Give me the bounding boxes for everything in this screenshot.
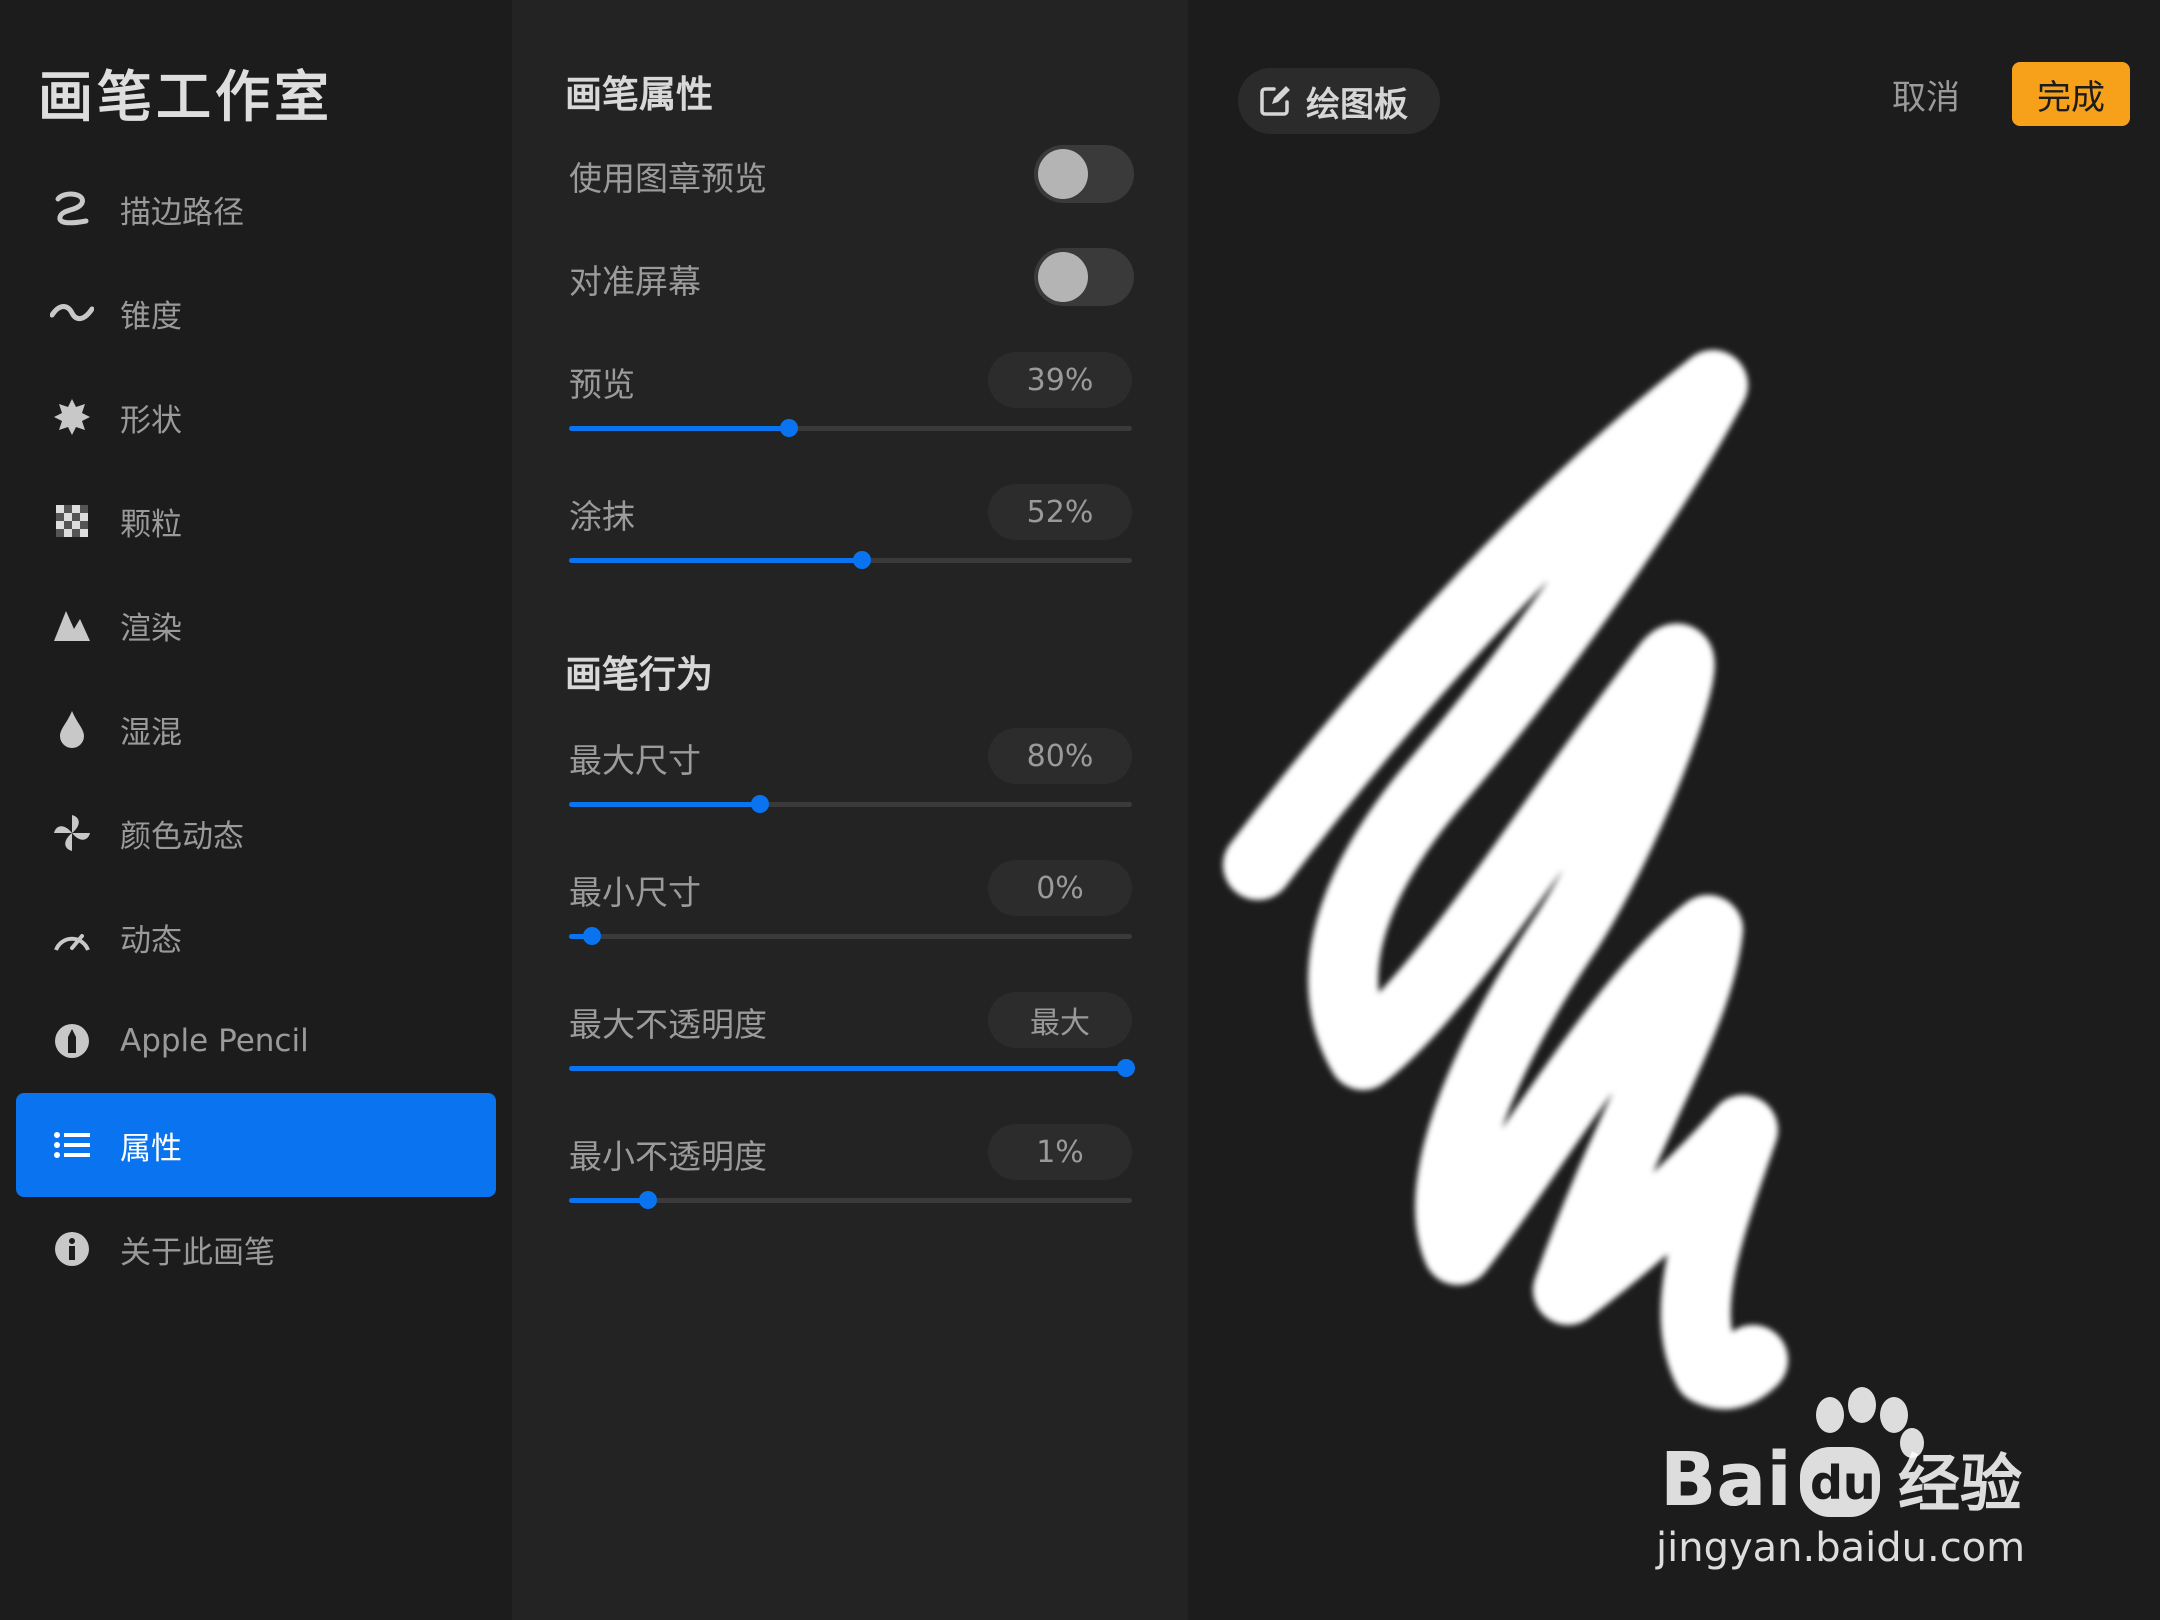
max-size-label: 最大尺寸 — [569, 741, 701, 780]
sidebar-item-rendering[interactable]: 渲染 — [16, 573, 496, 677]
toggle-knob — [1038, 149, 1088, 199]
min-opacity-value[interactable]: 1% — [988, 1124, 1132, 1180]
sidebar-item-label: 渲染 — [120, 610, 182, 647]
cancel-button[interactable]: 取消 — [1892, 70, 1960, 119]
orient-screen-toggle[interactable] — [1034, 248, 1134, 306]
slider-fill — [569, 1066, 1127, 1071]
drawing-pad-label: 绘图板 — [1306, 84, 1408, 125]
sidebar-item-color-dynamics[interactable]: 颜色动态 — [16, 781, 496, 885]
slider-thumb[interactable] — [638, 1191, 657, 1209]
properties-icon — [44, 1117, 100, 1173]
info-icon — [44, 1221, 100, 1277]
sidebar-item-stroke-path[interactable]: 描边路径 — [16, 157, 496, 261]
grain-icon — [44, 493, 100, 549]
stamp-preview-label: 使用图章预览 — [569, 159, 767, 198]
sidebar-item-wet-mix[interactable]: 湿混 — [16, 677, 496, 781]
svg-text:du: du — [1810, 1456, 1876, 1510]
section-title-brush-behavior: 画笔行为 — [565, 653, 713, 696]
smudge-value[interactable]: 52% — [988, 484, 1132, 540]
slider-fill — [569, 802, 761, 807]
sidebar-item-properties[interactable]: 属性 — [16, 1093, 496, 1197]
slider-fill — [569, 1198, 648, 1203]
toggle-knob — [1038, 252, 1088, 302]
wet-mix-icon — [44, 701, 100, 757]
sidebar-item-label: 动态 — [120, 922, 182, 959]
section-title-brush-properties: 画笔属性 — [565, 73, 713, 116]
smudge-slider[interactable] — [569, 548, 1132, 572]
watermark-url: jingyan.baidu.com — [1655, 1525, 2025, 1571]
sidebar-item-dynamics[interactable]: 动态 — [16, 885, 496, 989]
slider-thumb[interactable] — [582, 927, 601, 945]
slider-track — [569, 934, 1132, 939]
sidebar-item-taper[interactable]: 锥度 — [16, 261, 496, 365]
sidebar-item-grain[interactable]: 颗粒 — [16, 469, 496, 573]
min-size-value[interactable]: 0% — [988, 860, 1132, 916]
sidebar-item-shape[interactable]: 形状 — [16, 365, 496, 469]
taper-icon — [44, 285, 100, 341]
baidu-jingyan-watermark: Bai du 经验 jingyan.baidu.com — [1650, 1375, 2060, 1575]
preview-label: 预览 — [569, 365, 635, 404]
sidebar-item-label: 锥度 — [120, 298, 182, 335]
sidebar-item-label: 关于此画笔 — [120, 1234, 275, 1271]
brush-studio: 画笔工作室 描边路径 锥度 形状 颗粒 渲染 湿混 颜色动态 动态 Apple … — [0, 0, 2160, 1620]
dynamics-icon — [44, 909, 100, 965]
orient-screen-label: 对准屏幕 — [569, 262, 701, 301]
max-opacity-label: 最大不透明度 — [569, 1005, 767, 1044]
sidebar-item-label: 形状 — [120, 402, 182, 439]
slider-thumb[interactable] — [779, 419, 798, 437]
sidebar-item-label: 颜色动态 — [120, 818, 244, 855]
sidebar-item-label: 湿混 — [120, 714, 182, 751]
preview-value[interactable]: 39% — [988, 352, 1132, 408]
max-opacity-slider[interactable] — [569, 1056, 1136, 1080]
stroke-path-icon — [44, 181, 100, 237]
smudge-label: 涂抹 — [569, 497, 635, 536]
shape-icon — [44, 389, 100, 445]
slider-thumb[interactable] — [1117, 1059, 1136, 1077]
sidebar-item-about-brush[interactable]: 关于此画笔 — [16, 1197, 496, 1301]
min-opacity-label: 最小不透明度 — [569, 1137, 767, 1176]
slider-thumb[interactable] — [852, 551, 871, 569]
done-button[interactable]: 完成 — [2012, 62, 2130, 126]
sidebar-item-apple-pencil[interactable]: Apple Pencil — [16, 989, 496, 1093]
apple-pencil-icon — [44, 1013, 100, 1069]
sidebar-item-label: 颗粒 — [120, 506, 182, 543]
page-title: 画笔工作室 — [38, 65, 334, 129]
rendering-icon — [44, 597, 100, 653]
min-opacity-slider[interactable] — [569, 1188, 1132, 1212]
sidebar-item-label: 属性 — [120, 1130, 182, 1167]
svg-text:经验: 经验 — [1898, 1447, 2022, 1520]
stamp-preview-toggle[interactable] — [1034, 145, 1134, 203]
sidebar: 画笔工作室 描边路径 锥度 形状 颗粒 渲染 湿混 颜色动态 动态 Apple … — [0, 0, 512, 1620]
slider-fill — [569, 426, 789, 431]
slider-thumb[interactable] — [751, 795, 770, 813]
sidebar-item-label: 描边路径 — [120, 194, 244, 231]
sidebar-item-label: Apple Pencil — [120, 1023, 309, 1059]
properties-panel: 画笔属性 使用图章预览 对准屏幕 预览 39% 涂抹 52% 画笔行为 最大尺寸… — [512, 0, 1188, 1620]
drawing-pad-button[interactable]: 绘图板 — [1238, 68, 1440, 134]
slider-fill — [569, 558, 862, 563]
color-dynamics-icon — [44, 805, 100, 861]
max-size-slider[interactable] — [569, 792, 1132, 816]
preview-slider[interactable] — [569, 416, 1132, 440]
min-size-slider[interactable] — [569, 924, 1132, 948]
min-size-label: 最小尺寸 — [569, 873, 701, 912]
svg-text:Bai: Bai — [1660, 1437, 1792, 1523]
max-opacity-value[interactable]: 最大 — [988, 992, 1132, 1048]
max-size-value[interactable]: 80% — [988, 728, 1132, 784]
edit-icon — [1258, 84, 1292, 118]
